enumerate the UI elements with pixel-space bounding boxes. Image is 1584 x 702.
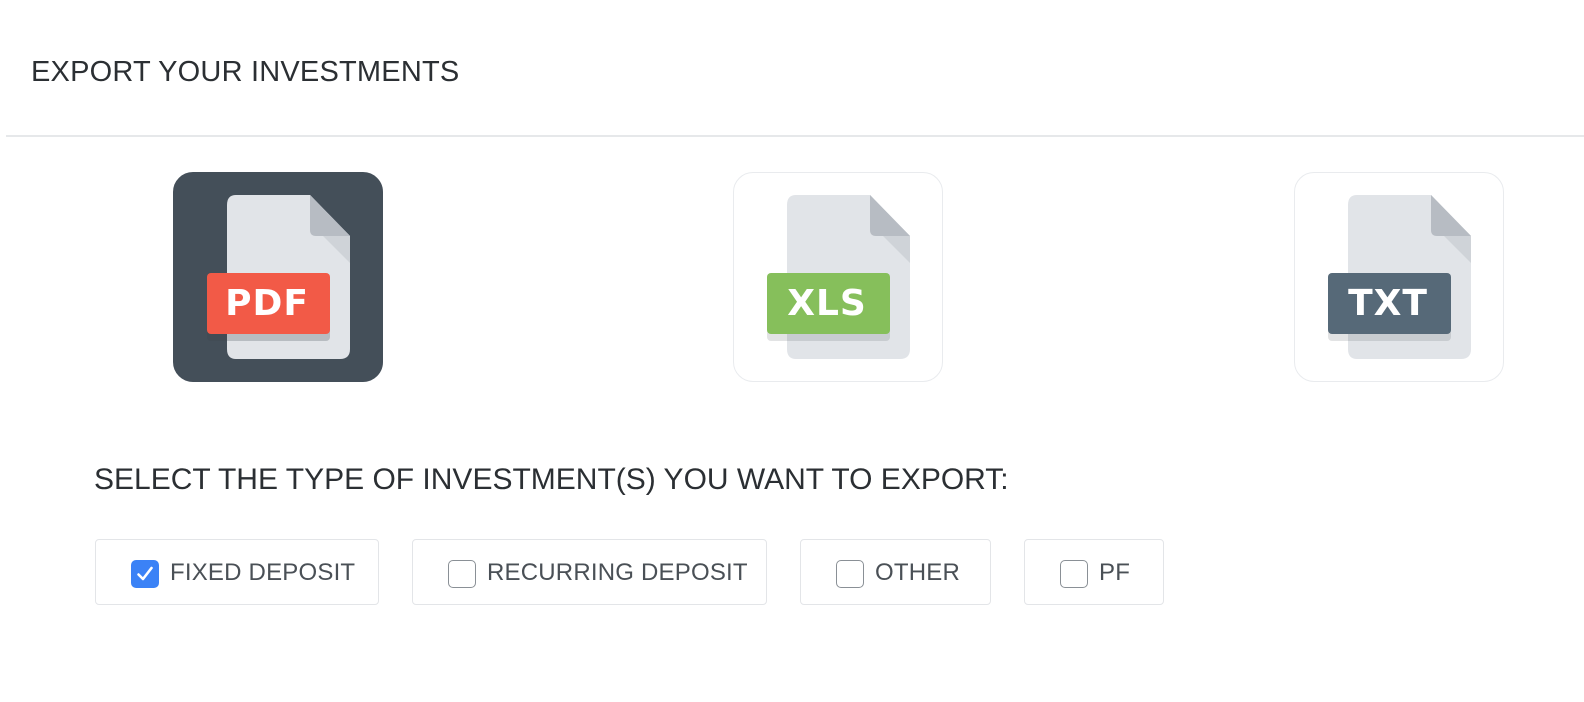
recurring-deposit-checkbox[interactable] (448, 560, 476, 588)
checkmark-icon (137, 566, 153, 581)
page-title: EXPORT YOUR INVESTMENTS (31, 56, 460, 88)
option-other[interactable]: OTHER (800, 539, 991, 605)
pf-checkbox[interactable] (1060, 560, 1088, 588)
investment-type-heading: SELECT THE TYPE OF INVESTMENT(S) YOU WAN… (94, 463, 1009, 496)
recurring-deposit-label: RECURRING DEPOSIT (487, 559, 748, 586)
xls-file-icon (767, 195, 910, 359)
page-header: EXPORT YOUR INVESTMENTS (0, 0, 1584, 137)
header-divider (6, 135, 1584, 137)
option-recurring-deposit[interactable]: RECURRING DEPOSIT (412, 539, 767, 605)
other-checkbox[interactable] (836, 560, 864, 588)
fixed-deposit-checkbox[interactable] (131, 560, 159, 588)
pdf-file-icon (207, 195, 350, 359)
txt-file-icon (1328, 195, 1471, 359)
export-format-pdf[interactable]: PDF (173, 172, 383, 382)
export-format-xls[interactable]: XLS (733, 172, 943, 382)
option-fixed-deposit[interactable]: FIXED DEPOSIT (95, 539, 379, 605)
export-format-txt[interactable]: TXT (1294, 172, 1504, 382)
fixed-deposit-label: FIXED DEPOSIT (170, 559, 356, 586)
pf-label: PF (1099, 559, 1131, 586)
other-label: OTHER (875, 559, 960, 586)
option-pf[interactable]: PF (1024, 539, 1164, 605)
